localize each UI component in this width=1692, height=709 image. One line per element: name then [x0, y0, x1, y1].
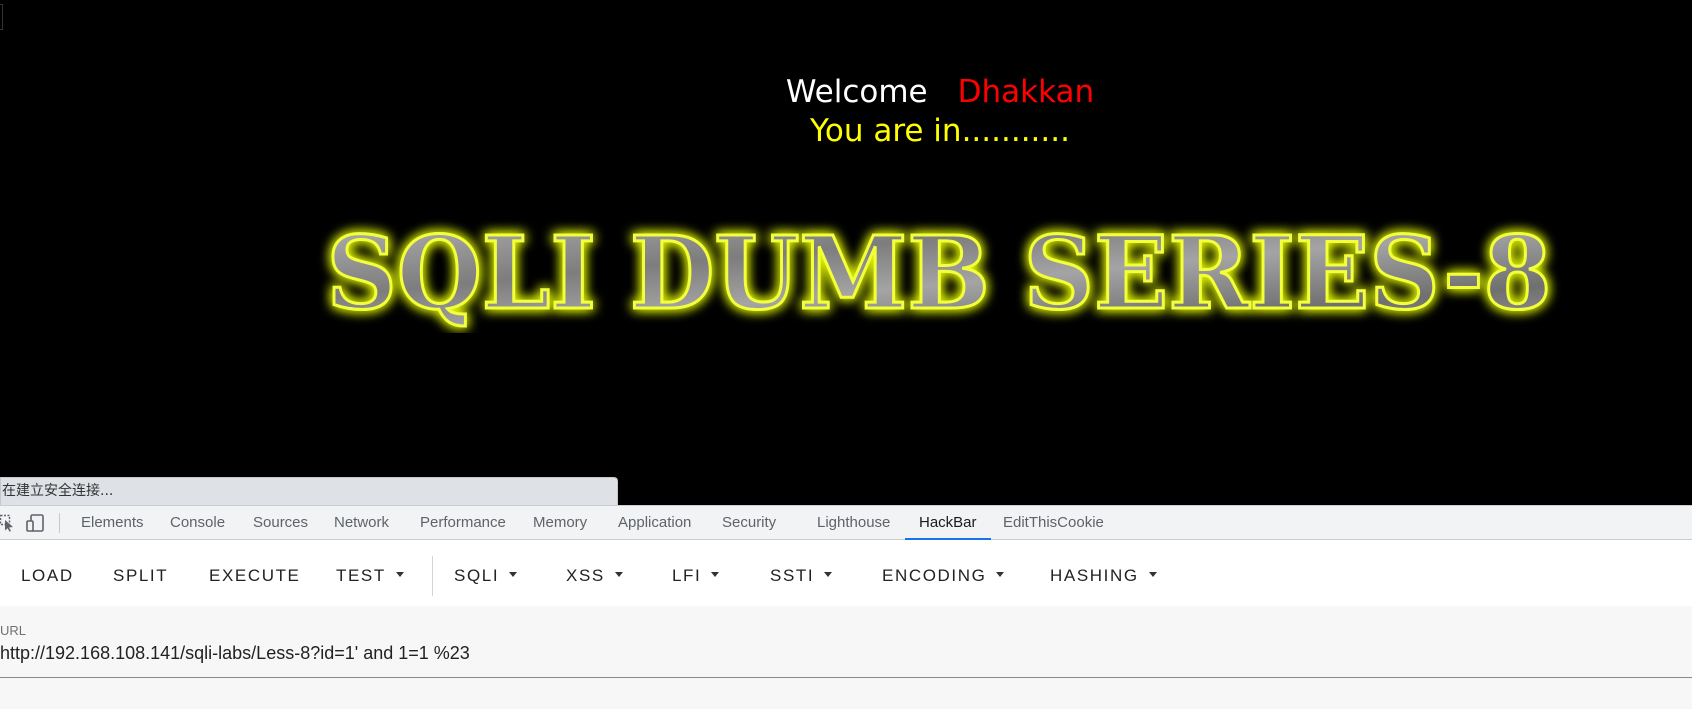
caret-down-icon — [509, 572, 518, 578]
url-field-area: URL http://192.168.108.141/sqli-labs/Les… — [0, 606, 1692, 709]
sqli-dropdown-button[interactable]: SQLI — [454, 560, 518, 592]
web-page: Welcome Dhakkan You are in........... SQ… — [0, 0, 1692, 505]
test-dropdown-button[interactable]: TEST — [336, 560, 404, 592]
hackbar-toolbar: LOAD SPLIT EXECUTE TEST SQLI XSS LFI SST… — [0, 540, 1692, 606]
split-button[interactable]: SPLIT — [113, 560, 168, 592]
toolbar-separator — [59, 513, 60, 533]
user-name: Dhakkan — [957, 74, 1095, 110]
tab-elements[interactable]: Elements — [81, 506, 144, 540]
tab-performance[interactable]: Performance — [420, 506, 506, 540]
connection-status-bubble: 在建立安全连接... — [0, 477, 618, 505]
hashing-dropdown-button[interactable]: HASHING — [1050, 560, 1157, 592]
url-input[interactable]: http://192.168.108.141/sqli-labs/Less-8?… — [0, 643, 470, 664]
xss-dropdown-button[interactable]: XSS — [566, 560, 623, 592]
tab-hackbar[interactable]: HackBar — [905, 506, 991, 540]
banner-title: SQLI DUMB SERIES-8 — [327, 218, 1552, 332]
execute-button[interactable]: EXECUTE — [209, 560, 301, 592]
caret-down-icon — [614, 572, 623, 578]
encoding-dropdown-button[interactable]: ENCODING — [882, 560, 1005, 592]
welcome-text: Welcome — [785, 74, 928, 110]
series-banner: SQLI DUMB SERIES-8 — [317, 218, 1562, 333]
caret-down-icon — [996, 572, 1005, 578]
tab-memory[interactable]: Memory — [533, 506, 587, 540]
tab-lighthouse[interactable]: Lighthouse — [817, 506, 890, 540]
tab-application[interactable]: Application — [618, 506, 691, 540]
ssti-dropdown-button[interactable]: SSTI — [770, 560, 833, 592]
tab-sources[interactable]: Sources — [253, 506, 308, 540]
tab-editthiscookie[interactable]: EditThisCookie — [1003, 506, 1104, 540]
inspect-element-icon[interactable] — [0, 514, 14, 532]
caret-down-icon — [824, 572, 833, 578]
welcome-line: Welcome Dhakkan — [0, 72, 1692, 112]
tab-console[interactable]: Console — [170, 506, 225, 540]
device-toolbar-icon[interactable] — [26, 514, 44, 532]
caret-down-icon — [711, 572, 720, 578]
devtools-tabbar: Elements Console Sources Network Perform… — [0, 505, 1692, 540]
lfi-dropdown-button[interactable]: LFI — [672, 560, 720, 592]
devtools-panel: Elements Console Sources Network Perform… — [0, 505, 1692, 709]
toolbar-divider — [432, 556, 433, 596]
caret-down-icon — [395, 572, 404, 578]
load-button[interactable]: LOAD — [21, 560, 74, 592]
tab-security[interactable]: Security — [722, 506, 776, 540]
tab-network[interactable]: Network — [334, 506, 389, 540]
page-corner-mark — [0, 4, 3, 30]
caret-down-icon — [1148, 572, 1157, 578]
url-field-label: URL — [0, 623, 27, 638]
login-status: You are in........... — [810, 113, 1070, 149]
url-field-underline — [0, 677, 1692, 678]
